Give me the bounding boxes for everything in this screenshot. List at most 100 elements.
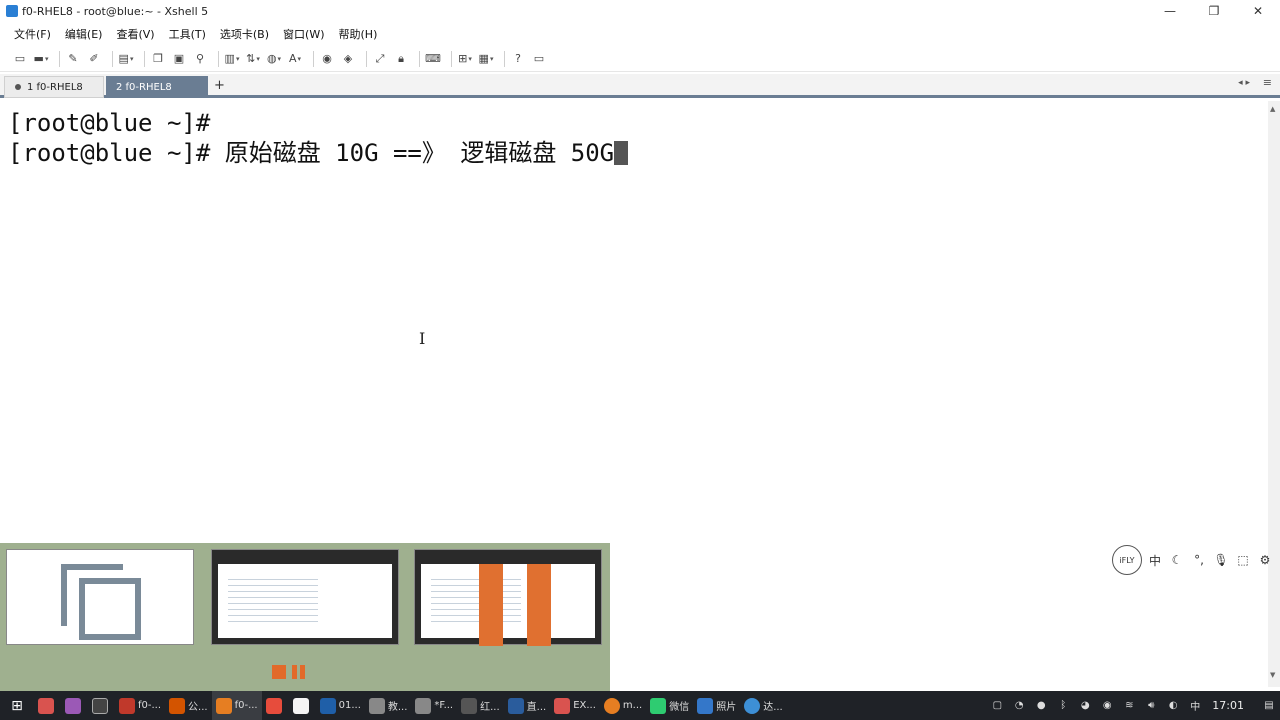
taskbar-item-label: 直... (526, 702, 547, 713)
new-session-icon[interactable]: ▭ (12, 51, 28, 67)
windows-start-icon[interactable]: ⊞ (0, 691, 34, 720)
lock-icon[interactable]: 🔒︎ (393, 51, 409, 67)
transfer-icon[interactable]: ⇅ (245, 51, 261, 67)
minimize-button[interactable]: — (1148, 0, 1192, 22)
keyboard-icon[interactable]: ⌨ (425, 51, 441, 67)
taskbar-item-label: 教... (387, 702, 408, 713)
taskbar-item[interactable]: 微信 (646, 691, 693, 720)
taskbar-item[interactable]: f0-... (211, 691, 262, 720)
menu-tabs[interactable]: 选项卡(B) (220, 26, 269, 42)
tray-icon[interactable]: ▢ (988, 697, 1006, 715)
menu-edit[interactable]: 编辑(E) (65, 26, 103, 42)
app-pin-icon[interactable] (289, 691, 316, 720)
layout-icon[interactable]: ▦ (478, 51, 494, 67)
scroll-down-icon[interactable]: ▼ (1270, 671, 1275, 679)
tab-session-2[interactable]: 2 f0-RHEL8 (106, 76, 208, 98)
moon-icon[interactable]: ☾ (1168, 551, 1186, 569)
help-icon[interactable]: ? (510, 51, 526, 67)
taskbar-item[interactable]: f0-... (115, 691, 165, 720)
taskbar-item[interactable]: 照片 (693, 691, 740, 720)
chat-icon[interactable]: ▭ (531, 51, 547, 67)
taskbar-item[interactable]: *F... (411, 691, 457, 720)
window-thumbnail[interactable] (6, 549, 194, 645)
taskbar-item[interactable]: 公... (165, 691, 212, 720)
toolbar-separator (218, 50, 219, 67)
tab-label: 2 f0-RHEL8 (116, 81, 172, 93)
volume-icon[interactable]: 🔊︎ (1142, 697, 1160, 715)
taskbar-item[interactable]: 教... (365, 691, 412, 720)
tab-session-1[interactable]: 1 f0-RHEL8 (4, 76, 104, 98)
app-pin-icon[interactable] (34, 691, 61, 720)
thumbnail-orange-panel (479, 564, 503, 646)
bluetooth-icon[interactable]: ᛒ (1054, 697, 1072, 715)
tab-scroll-arrows-icon[interactable]: ◂ ▸ (1238, 78, 1250, 88)
clock[interactable]: 17:01 (1212, 699, 1244, 712)
restore-button[interactable]: ❐ (1192, 0, 1236, 22)
taskbar-item[interactable]: EX... (550, 691, 600, 720)
app-pin-icon[interactable] (262, 691, 289, 720)
taskbar-item[interactable]: m... (600, 691, 646, 720)
ime-mode-button[interactable]: 中 (1146, 551, 1164, 569)
tab-menu-icon[interactable]: ≡ (1263, 76, 1272, 89)
pause-icon[interactable] (292, 665, 306, 679)
xshell-app: f0-RHEL8 - root@blue:~ - Xshell 5 — ❐ ✕ … (0, 0, 1280, 720)
scroll-up-icon[interactable]: ▲ (1270, 105, 1275, 113)
text-cursor (614, 141, 629, 165)
wechat-tray-icon[interactable]: ◐ (1164, 697, 1182, 715)
add-icon[interactable]: ⊞ (457, 51, 473, 67)
screenshot-icon[interactable]: ⬚ (1234, 551, 1252, 569)
command-text: [root@blue ~]# 原始磁盘 10G ==》 逻辑磁盘 50G (8, 139, 615, 167)
font-icon[interactable]: A (287, 51, 303, 67)
tray-icon[interactable]: ◉ (1098, 697, 1116, 715)
add-tab-button[interactable]: + (214, 78, 225, 93)
window-thumbnail[interactable] (414, 549, 602, 646)
stop-icon[interactable] (272, 665, 286, 679)
taskbar-item-label: 微信 (669, 702, 690, 713)
open-folder-icon[interactable]: ▬ (33, 51, 49, 67)
menu-file[interactable]: 文件(F) (14, 26, 51, 42)
status-dot-icon (15, 84, 21, 90)
close-button[interactable]: ✕ (1236, 0, 1280, 22)
ifly-logo[interactable]: iFLY (1112, 545, 1142, 575)
wifi-icon[interactable]: ≋ (1120, 697, 1138, 715)
paste-icon[interactable]: ▣ (171, 51, 187, 67)
properties-icon[interactable]: ▤ (118, 51, 134, 67)
menu-view[interactable]: 查看(V) (116, 26, 154, 42)
window-title: f0-RHEL8 - root@blue:~ - Xshell 5 (22, 4, 209, 18)
thumbnail-content (421, 564, 595, 646)
toolbar-separator (366, 50, 367, 67)
taskbar-item[interactable]: 直... (504, 691, 551, 720)
tray-icon[interactable]: ● (1032, 697, 1050, 715)
disconnect-icon[interactable]: ✐ (86, 51, 102, 67)
menu-tools[interactable]: 工具(T) (169, 26, 206, 42)
tray-icon[interactable]: ◕ (1076, 697, 1094, 715)
find-icon[interactable]: ⚲ (192, 51, 208, 67)
ime-tray-icon[interactable]: 中 (1186, 697, 1204, 715)
notification-icon[interactable]: ▤ (1260, 697, 1278, 715)
print-icon[interactable]: ▥ (224, 51, 240, 67)
taskbar-item-label: 达... (763, 702, 783, 713)
globe-icon[interactable]: ◍ (266, 51, 282, 67)
vertical-scrollbar[interactable]: ▲ ▼ (1268, 101, 1280, 687)
window-thumbnail[interactable] (211, 549, 399, 645)
taskbar-item[interactable]: 01... (316, 691, 365, 720)
punctuation-icon[interactable]: °, (1190, 551, 1208, 569)
toolbar-separator (144, 50, 145, 67)
menu-window[interactable]: 窗口(W) (283, 26, 324, 42)
tab-bar: 1 f0-RHEL8 2 f0-RHEL8 + ◂ ▸ ≡ (0, 74, 1280, 98)
app-pin-icon[interactable] (61, 691, 88, 720)
thumbnail-graphic (79, 578, 141, 640)
copy-icon[interactable]: ❐ (150, 51, 166, 67)
tray-icon[interactable]: ◔ (1010, 697, 1028, 715)
app-pin-icon[interactable] (88, 691, 115, 720)
taskbar-item-label: 公... (188, 702, 208, 713)
connect-icon[interactable]: ✎ (65, 51, 81, 67)
taskbar-item[interactable]: 达... (740, 691, 787, 720)
xftp-icon[interactable]: ◉ (319, 51, 335, 67)
microphone-icon[interactable]: 🎙︎ (1212, 551, 1230, 569)
menu-help[interactable]: 帮助(H) (339, 26, 378, 42)
script-icon[interactable]: ◈ (340, 51, 356, 67)
taskbar-item[interactable]: 红... (457, 691, 504, 720)
settings-icon[interactable]: ⚙ (1256, 551, 1274, 569)
fullscreen-icon[interactable]: ⤢ (372, 51, 388, 67)
